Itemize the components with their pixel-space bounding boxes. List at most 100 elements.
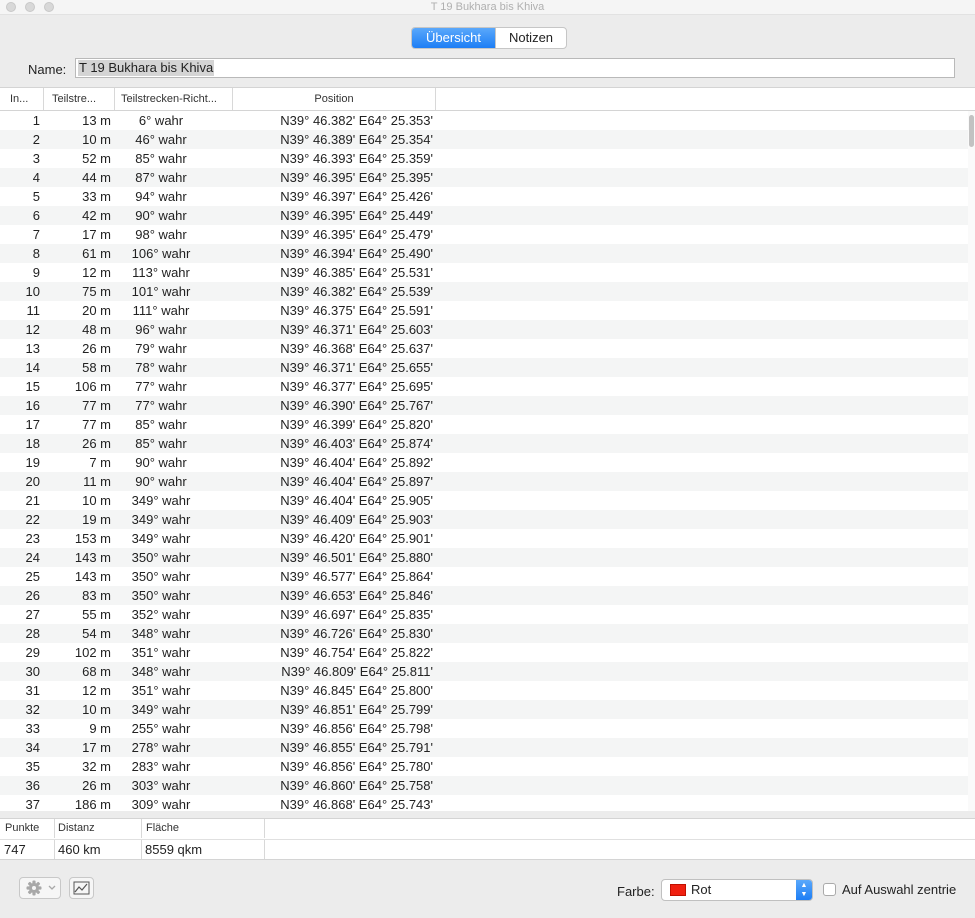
column-header-segment-length[interactable]: Teilstre... xyxy=(44,88,115,110)
table-row[interactable]: 2 10 m 46° wahr N39° 46.389' E64° 25.354' xyxy=(0,130,968,149)
table-row[interactable]: 4 44 m 87° wahr N39° 46.395' E64° 25.395' xyxy=(0,168,968,187)
cell-index: 10 xyxy=(25,284,40,299)
table-row[interactable]: 7 17 m 98° wahr N39° 46.395' E64° 25.479' xyxy=(0,225,968,244)
select-arrows-icon: ▲ ▼ xyxy=(796,880,812,900)
chart-button[interactable] xyxy=(69,877,94,899)
table-row[interactable]: 3 52 m 85° wahr N39° 46.393' E64° 25.359' xyxy=(0,149,968,168)
table-row[interactable]: 34 17 m 278° wahr N39° 46.855' E64° 25.791' xyxy=(0,738,968,757)
cell-position: N39° 46.394' E64° 25.490' xyxy=(280,246,433,261)
cell-position: N39° 46.409' E64° 25.903' xyxy=(280,512,433,527)
table-row[interactable]: 29 102 m 351° wahr N39° 46.754' E64° 25.822… xyxy=(0,643,968,662)
table-row[interactable]: 1 13 m 6° wahr N39° 46.382' E64° 25.353' xyxy=(0,111,968,130)
cell-segment-direction: 303° wahr xyxy=(131,778,191,793)
table-row[interactable]: 12 48 m 96° wahr N39° 46.371' E64° 25.603' xyxy=(0,320,968,339)
cell-position: N39° 46.375' E64° 25.591' xyxy=(280,303,433,318)
cell-segment-direction: 348° wahr xyxy=(131,626,191,641)
column-header-position[interactable]: Position xyxy=(233,88,436,110)
cell-segment-length: 153 m xyxy=(74,531,111,546)
table-row[interactable]: 13 26 m 79° wahr N39° 46.368' E64° 25.637' xyxy=(0,339,968,358)
cell-index: 26 xyxy=(25,588,40,603)
table-row[interactable]: 15 106 m 77° wahr N39° 46.377' E64° 25.695' xyxy=(0,377,968,396)
table-row[interactable]: 19 7 m 90° wahr N39° 46.404' E64° 25.892' xyxy=(0,453,968,472)
table-row[interactable]: 9 12 m 113° wahr N39° 46.385' E64° 25.531' xyxy=(0,263,968,282)
table-scrollbar[interactable] xyxy=(968,111,975,811)
cell-segment-length: 75 m xyxy=(82,284,111,299)
cell-index: 2 xyxy=(32,132,40,147)
center-on-selection-checkbox[interactable] xyxy=(823,883,836,896)
cell-segment-length: 12 m xyxy=(82,683,111,698)
table-row[interactable]: 21 10 m 349° wahr N39° 46.404' E64° 25.905' xyxy=(0,491,968,510)
table-row[interactable]: 33 9 m 255° wahr N39° 46.856' E64° 25.798' xyxy=(0,719,968,738)
table-row[interactable]: 28 54 m 348° wahr N39° 46.726' E64° 25.830' xyxy=(0,624,968,643)
scrollbar-thumb[interactable] xyxy=(969,115,974,147)
cell-segment-length: 10 m xyxy=(82,702,111,717)
table-row[interactable]: 14 58 m 78° wahr N39° 46.371' E64° 25.655' xyxy=(0,358,968,377)
cell-index: 30 xyxy=(25,664,40,679)
cell-segment-length: 55 m xyxy=(82,607,111,622)
table-row[interactable]: 16 77 m 77° wahr N39° 46.390' E64° 25.767' xyxy=(0,396,968,415)
table-row[interactable]: 17 77 m 85° wahr N39° 46.399' E64° 25.820' xyxy=(0,415,968,434)
color-swatch xyxy=(670,884,686,896)
cell-index: 29 xyxy=(25,645,40,660)
cell-position: N39° 46.390' E64° 25.767' xyxy=(280,398,433,413)
cell-position: N39° 46.855' E64° 25.791' xyxy=(280,740,433,755)
cell-index: 13 xyxy=(25,341,40,356)
table-row[interactable]: 32 10 m 349° wahr N39° 46.851' E64° 25.799' xyxy=(0,700,968,719)
table-row[interactable]: 11 20 m 111° wahr N39° 46.375' E64° 25.591' xyxy=(0,301,968,320)
table-row[interactable]: 37 186 m 309° wahr N39° 46.868' E64° 25.743… xyxy=(0,795,968,811)
cell-segment-length: 61 m xyxy=(82,246,111,261)
cell-index: 21 xyxy=(25,493,40,508)
table-row[interactable]: 20 11 m 90° wahr N39° 46.404' E64° 25.897' xyxy=(0,472,968,491)
table-row[interactable]: 31 12 m 351° wahr N39° 46.845' E64° 25.800' xyxy=(0,681,968,700)
summary-area-value: 8559 qkm xyxy=(142,840,265,859)
column-header-index[interactable]: In... xyxy=(0,88,44,110)
color-select-value: Rot xyxy=(691,882,712,897)
cell-segment-direction: 90° wahr xyxy=(135,208,187,223)
cell-segment-direction: 85° wahr xyxy=(135,417,187,432)
table-row[interactable]: 8 61 m 106° wahr N39° 46.394' E64° 25.490' xyxy=(0,244,968,263)
table-row[interactable]: 30 68 m 348° wahr N39° 46.809' E64° 25.811' xyxy=(0,662,968,681)
cell-segment-length: 26 m xyxy=(82,778,111,793)
cell-index: 14 xyxy=(25,360,40,375)
cell-index: 3 xyxy=(32,151,40,166)
color-select[interactable]: Rot ▲ ▼ xyxy=(661,879,813,901)
cell-segment-length: 17 m xyxy=(82,740,111,755)
table-row[interactable]: 36 26 m 303° wahr N39° 46.860' E64° 25.758' xyxy=(0,776,968,795)
cell-segment-length: 7 m xyxy=(89,455,111,470)
cell-segment-direction: 94° wahr xyxy=(135,189,187,204)
cell-index: 28 xyxy=(25,626,40,641)
cell-index: 6 xyxy=(32,208,40,223)
column-header-segment-direction[interactable]: Teilstrecken-Richt... xyxy=(115,88,233,110)
cell-position: N39° 46.726' E64° 25.830' xyxy=(280,626,433,641)
cell-index: 22 xyxy=(25,512,40,527)
cell-position: N39° 46.404' E64° 25.905' xyxy=(280,493,433,508)
cell-segment-length: 54 m xyxy=(82,626,111,641)
cell-segment-direction: 350° wahr xyxy=(131,569,191,584)
cell-segment-length: 48 m xyxy=(82,322,111,337)
cell-segment-length: 10 m xyxy=(82,132,111,147)
table-row[interactable]: 18 26 m 85° wahr N39° 46.403' E64° 25.874' xyxy=(0,434,968,453)
cell-segment-length: 10 m xyxy=(82,493,111,508)
table-row[interactable]: 26 83 m 350° wahr N39° 46.653' E64° 25.846' xyxy=(0,586,968,605)
tab-notizen[interactable]: Notizen xyxy=(495,28,566,48)
cell-position: N39° 46.385' E64° 25.531' xyxy=(280,265,433,280)
tab-uebersicht[interactable]: Übersicht xyxy=(412,28,495,48)
table-row[interactable]: 35 32 m 283° wahr N39° 46.856' E64° 25.780' xyxy=(0,757,968,776)
table-row[interactable]: 22 19 m 349° wahr N39° 46.409' E64° 25.903' xyxy=(0,510,968,529)
name-field[interactable]: T 19 Bukhara bis Khiva xyxy=(75,58,955,78)
table-row[interactable]: 27 55 m 352° wahr N39° 46.697' E64° 25.835' xyxy=(0,605,968,624)
cell-segment-length: 19 m xyxy=(82,512,111,527)
cell-segment-direction: 351° wahr xyxy=(131,683,191,698)
table-row[interactable]: 23 153 m 349° wahr N39° 46.420' E64° 25.901… xyxy=(0,529,968,548)
summary-header-distance: Distanz xyxy=(55,819,142,838)
cell-position: N39° 46.395' E64° 25.449' xyxy=(280,208,433,223)
table-row[interactable]: 24 143 m 350° wahr N39° 46.501' E64° 25.880… xyxy=(0,548,968,567)
cell-segment-length: 106 m xyxy=(74,379,111,394)
cell-segment-direction: 278° wahr xyxy=(131,740,191,755)
table-row[interactable]: 6 42 m 90° wahr N39° 46.395' E64° 25.449' xyxy=(0,206,968,225)
table-row[interactable]: 5 33 m 94° wahr N39° 46.397' E64° 25.426' xyxy=(0,187,968,206)
table-row[interactable]: 10 75 m 101° wahr N39° 46.382' E64° 25.539' xyxy=(0,282,968,301)
table-row[interactable]: 25 143 m 350° wahr N39° 46.577' E64° 25.864… xyxy=(0,567,968,586)
action-menu-button[interactable] xyxy=(19,877,61,899)
cell-segment-direction: 255° wahr xyxy=(131,721,191,736)
